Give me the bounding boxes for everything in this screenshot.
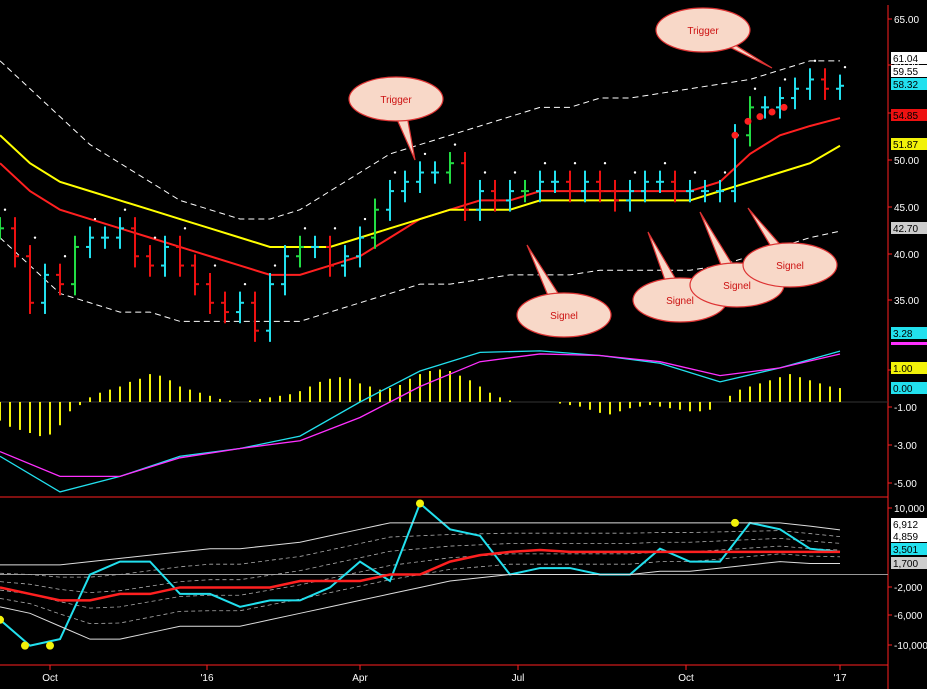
callout-text: Signel: [550, 311, 578, 322]
stock-chart: Oct'16AprJulOct'1765.0060.0055.0050.0045…: [0, 5, 927, 689]
stop-dot: [693, 171, 697, 174]
price-tag-text: 59.55: [893, 67, 918, 78]
stop-dot: [123, 208, 127, 211]
osc-tag-text: 6,912: [893, 520, 918, 531]
osc-tag-text: 1,700: [893, 559, 918, 570]
stop-dot: [423, 152, 427, 156]
oscillator-panel: [0, 496, 888, 650]
osc-tick: -10,000: [894, 641, 927, 652]
callout-bubble: Trigger: [348, 76, 444, 161]
stop-dot: [153, 236, 157, 239]
osc-tick: -2,000: [894, 583, 923, 594]
stop-dot: [843, 65, 847, 69]
stop-dot: [213, 264, 217, 267]
price-tick: 35.00: [894, 296, 919, 307]
stop-dot: [543, 161, 547, 165]
signal-dot: [780, 103, 788, 111]
osc-band: [0, 537, 841, 594]
price-tick: 45.00: [894, 203, 919, 214]
osc-band: [0, 553, 841, 625]
osc-tick: -6,000: [894, 611, 923, 622]
callout-bubble: Signel: [516, 244, 612, 338]
callout-text: Signel: [723, 281, 751, 292]
x-axis-label: Oct: [678, 673, 694, 684]
x-axis-label: Jul: [512, 673, 525, 684]
stop-dot: [363, 217, 367, 221]
stop-dot: [393, 171, 397, 174]
price-tick: 50.00: [894, 156, 919, 167]
stop-dot: [93, 217, 97, 221]
stop-dot: [183, 227, 187, 230]
price-tag-text: 42.70: [893, 224, 918, 235]
callout-text: Signel: [776, 261, 804, 272]
stop-dot: [63, 255, 67, 258]
macd-tick: -3.00: [894, 441, 917, 452]
stop-dot: [603, 161, 607, 165]
osc-marker: [731, 518, 739, 527]
stop-dot: [483, 171, 487, 174]
osc-line-2: [0, 522, 841, 566]
stop-dot: [723, 171, 727, 174]
price-tag-text: 54.85: [893, 111, 918, 122]
macd-line-1: [0, 353, 841, 478]
stop-dot: [513, 171, 517, 174]
stop-dot: [243, 282, 247, 286]
price-tick: 40.00: [894, 250, 919, 261]
price-tag-text: 58.32: [893, 80, 918, 91]
stop-dot: [333, 227, 337, 230]
stop-dot: [3, 208, 7, 211]
signal-dot: [731, 131, 739, 139]
macd-line-0: [0, 350, 841, 493]
signal-dot: [756, 113, 764, 121]
price-tag-text: 51.87: [893, 140, 918, 151]
stop-dot: [633, 171, 637, 174]
callout-text: Signel: [666, 296, 694, 307]
price-tick: 65.00: [894, 15, 919, 26]
stop-dot: [453, 143, 457, 146]
price-line-1: [0, 117, 841, 276]
price-tag-text: 61.04: [893, 54, 918, 65]
stop-dot: [663, 161, 667, 165]
macd-tag-text: 0.00: [893, 384, 913, 395]
macd-tick: -1.00: [894, 403, 917, 414]
x-axis-label: '16: [200, 673, 213, 684]
x-axis-label: '17: [833, 673, 846, 684]
osc-marker: [416, 499, 424, 508]
callout-text: Trigger: [687, 26, 719, 37]
stop-dot: [273, 264, 277, 267]
x-axis-label: Apr: [352, 673, 368, 684]
callout-text: Trigger: [380, 95, 412, 106]
macd-tag-text: 1.00: [893, 364, 913, 375]
callout-bubble: Signel: [742, 207, 838, 288]
osc-tag-text: 4,859: [893, 532, 918, 543]
osc-tag-text: 3,501: [893, 545, 918, 556]
osc-band: [0, 545, 841, 609]
macd-signal-marker: [891, 342, 927, 345]
macd-tick: -5.00: [894, 479, 917, 490]
axes: Oct'16AprJulOct'1765.0060.0055.0050.0045…: [0, 15, 927, 684]
osc-tick: 10,000: [894, 504, 925, 515]
macd-panel: [0, 350, 888, 493]
osc-marker: [21, 641, 29, 650]
stop-dot: [573, 161, 577, 165]
stop-dot: [303, 227, 307, 230]
osc-marker: [46, 641, 54, 650]
macd-tag-text: 3.28: [893, 329, 913, 340]
x-axis-label: Oct: [42, 673, 58, 684]
stop-dot: [813, 59, 817, 63]
callout-bubble: Trigger: [655, 7, 773, 69]
signal-dot: [744, 117, 752, 125]
stop-dot: [753, 87, 757, 90]
osc-band: [0, 530, 841, 578]
price-panel: [0, 5, 889, 689]
stop-dot: [783, 78, 787, 81]
signal-dot: [768, 108, 776, 116]
stop-dot: [33, 236, 37, 239]
